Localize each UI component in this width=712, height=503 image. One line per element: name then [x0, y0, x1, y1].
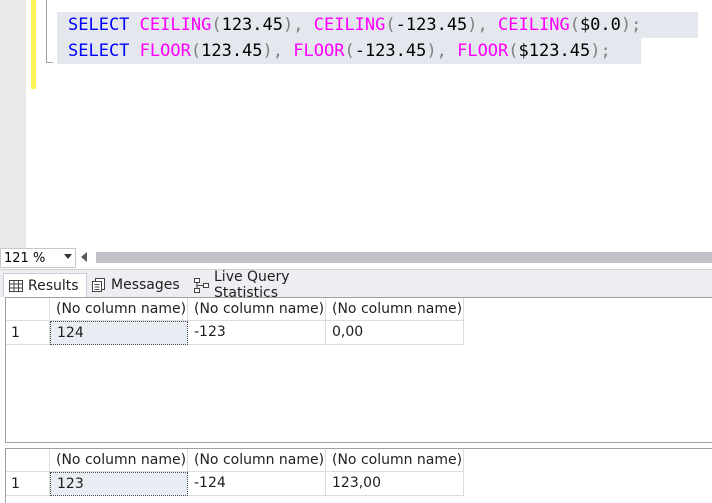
grid-cell[interactable]: -124	[188, 472, 326, 496]
function-ceiling: CEILING	[498, 15, 570, 35]
grid-cell-selected[interactable]: 123	[50, 472, 188, 496]
row-number[interactable]: 1	[6, 321, 50, 345]
argument: -123.45	[395, 15, 468, 35]
column-header[interactable]: (No column name)	[50, 449, 188, 472]
horizontal-scrollbar-thumb[interactable]	[96, 252, 712, 263]
grid-icon	[9, 279, 23, 292]
tab-messages[interactable]: Messages	[90, 273, 188, 297]
tab-results[interactable]: Results	[3, 273, 87, 297]
grid-corner-header[interactable]	[6, 449, 50, 472]
paren: (	[190, 41, 202, 61]
paren: (	[508, 41, 519, 61]
comma: ,	[436, 41, 458, 61]
tab-results-label: Results	[28, 277, 79, 294]
code-line-2[interactable]: SELECT FLOOR(123.45), FLOOR(-123.45), FL…	[57, 38, 641, 64]
result-grid-1[interactable]: (No column name) (No column name) (No co…	[5, 297, 712, 443]
result-grid-2[interactable]: (No column name) (No column name) (No co…	[5, 448, 712, 503]
paren: )	[467, 15, 478, 35]
comma: ,	[293, 15, 314, 35]
grid-cell[interactable]: -123	[188, 321, 326, 345]
paren: (	[344, 41, 355, 61]
grid-cell-selected[interactable]: 124	[50, 321, 188, 345]
zoom-value: 121 %	[4, 251, 46, 266]
paren: (	[569, 15, 580, 35]
paren: (	[211, 15, 222, 35]
column-header[interactable]: (No column name)	[188, 449, 326, 472]
argument: $123.45	[518, 41, 591, 61]
code-line-1[interactable]: SELECT CEILING(123.45), CEILING(-123.45)…	[57, 12, 698, 38]
row-number[interactable]: 1	[6, 472, 50, 496]
keyword-select: SELECT	[68, 15, 130, 35]
query-editor[interactable]: SELECT CEILING(123.45), CEILING(-123.45)…	[0, 0, 712, 248]
messages-icon	[92, 278, 105, 292]
semicolon: ;	[600, 41, 611, 61]
paren: )	[283, 15, 294, 35]
column-header[interactable]: (No column name)	[326, 298, 464, 321]
grid-cell[interactable]: 123,00	[326, 472, 464, 496]
function-floor: FLOOR	[457, 41, 509, 61]
argument: $0.0	[579, 15, 621, 35]
paren: )	[426, 41, 437, 61]
outline-collapse-line	[46, 0, 47, 63]
argument: -123.45	[354, 41, 427, 61]
change-tracking-bar	[31, 0, 36, 89]
zoom-dropdown[interactable]: 121 %	[0, 248, 76, 268]
comma: ,	[272, 41, 294, 61]
paren: )	[262, 41, 273, 61]
grid-cell[interactable]: 0,00	[326, 321, 464, 345]
grid-corner-header[interactable]	[6, 298, 50, 321]
live-query-statistics-icon	[194, 277, 209, 293]
comma: ,	[477, 15, 499, 35]
tab-messages-label: Messages	[111, 277, 180, 293]
outline-collapse-tick	[46, 62, 53, 63]
semicolon: ;	[631, 15, 642, 35]
editor-gutter	[0, 0, 26, 248]
chevron-down-icon[interactable]	[64, 254, 72, 259]
column-header[interactable]: (No column name)	[326, 449, 464, 472]
argument: 123.45	[221, 15, 283, 35]
paren: )	[590, 41, 601, 61]
scroll-left-icon[interactable]	[81, 252, 87, 262]
paren: (	[385, 15, 396, 35]
function-ceiling: CEILING	[139, 15, 212, 35]
function-floor: FLOOR	[293, 41, 345, 61]
function-ceiling: CEILING	[313, 15, 386, 35]
column-header[interactable]: (No column name)	[50, 298, 188, 321]
paren: )	[620, 15, 632, 35]
argument: 123.45	[201, 41, 263, 61]
tab-live-query-statistics[interactable]: Live Query Statistics	[192, 269, 356, 301]
column-header[interactable]: (No column name)	[188, 298, 326, 321]
function-floor: FLOOR	[139, 41, 191, 61]
keyword-select: SELECT	[68, 41, 130, 61]
